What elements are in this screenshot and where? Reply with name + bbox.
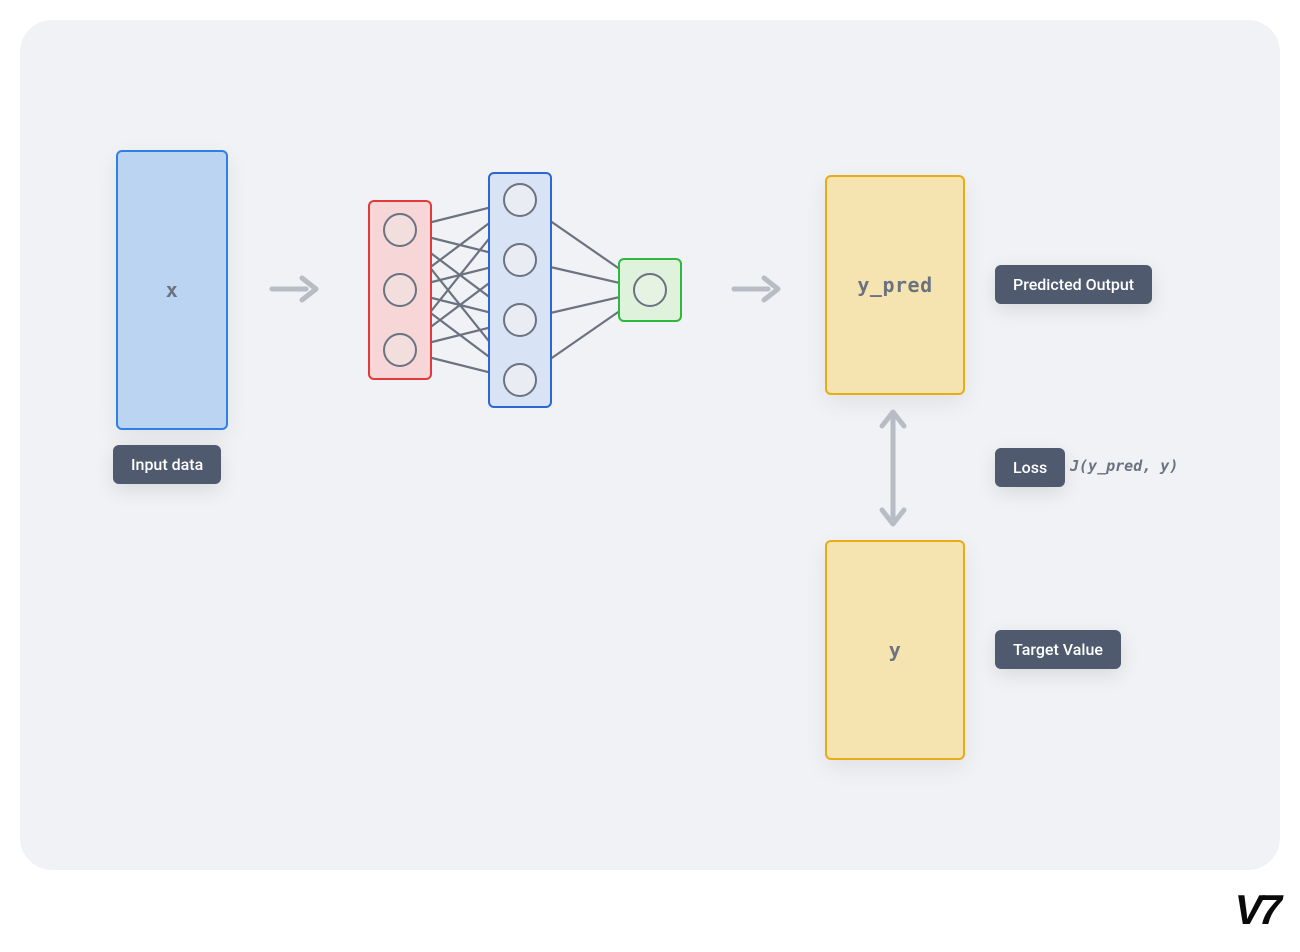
ypred-box: y_pred bbox=[825, 175, 965, 395]
arrow-up-down-icon bbox=[876, 408, 910, 532]
neuron bbox=[383, 333, 417, 367]
ypred-box-text: y_pred bbox=[857, 273, 932, 297]
neuron bbox=[503, 363, 537, 397]
v7-logo: V7 bbox=[1235, 886, 1278, 934]
loss-label: Loss bbox=[995, 448, 1065, 487]
input-label: Input data bbox=[113, 445, 221, 484]
neuron bbox=[383, 213, 417, 247]
target-box: y bbox=[825, 540, 965, 760]
diagram-canvas: x Input data bbox=[20, 20, 1280, 870]
arrow-right-icon bbox=[730, 272, 784, 310]
predicted-label: Predicted Output bbox=[995, 265, 1152, 304]
input-box: x bbox=[116, 150, 228, 430]
target-label: Target Value bbox=[995, 630, 1121, 669]
arrow-right-icon bbox=[268, 272, 322, 310]
loss-formula: J(y_pred, y) bbox=[1070, 457, 1178, 475]
target-box-text: y bbox=[889, 638, 902, 662]
neural-network bbox=[350, 170, 710, 410]
neuron bbox=[633, 273, 667, 307]
neuron bbox=[503, 303, 537, 337]
input-box-text: x bbox=[166, 278, 179, 302]
neuron bbox=[503, 243, 537, 277]
neuron bbox=[503, 183, 537, 217]
neuron bbox=[383, 273, 417, 307]
